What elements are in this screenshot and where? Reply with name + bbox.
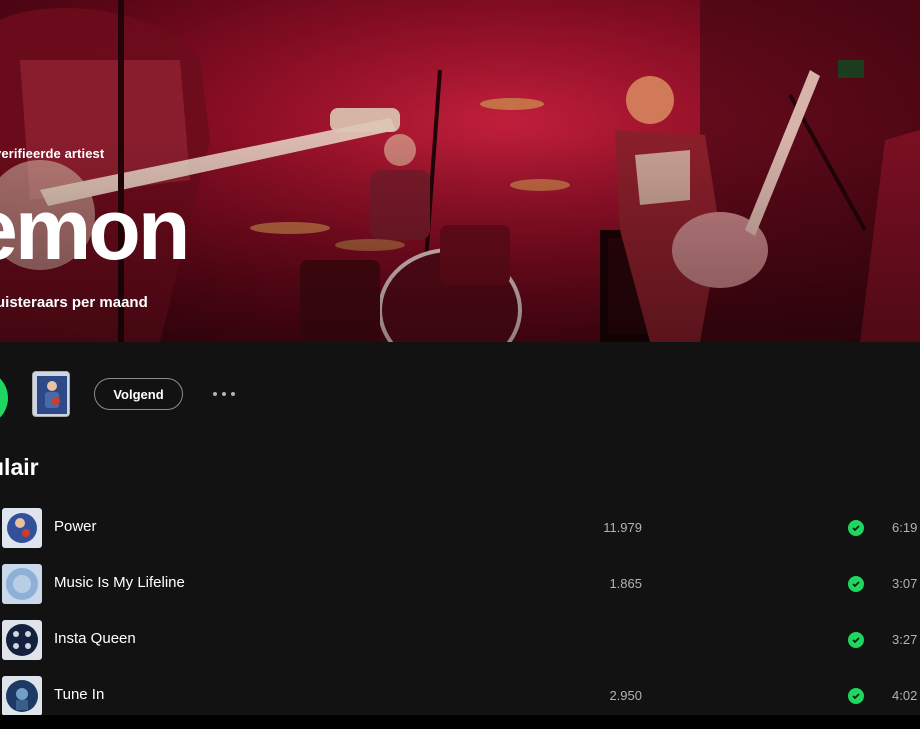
track-row[interactable]: Tune In 2.950 4:02 — [0, 668, 920, 715]
popular-section-title: ulair — [0, 454, 39, 480]
track-title[interactable]: Tune In — [54, 686, 104, 703]
track-duration: 3:07 — [892, 576, 918, 591]
track-duration: 4:02 — [892, 688, 918, 703]
track-title[interactable]: Power — [54, 518, 97, 535]
dot — [231, 392, 235, 396]
window-bottom-edge — [0, 715, 920, 729]
dot — [213, 392, 217, 396]
track-duration: 6:19 — [892, 520, 918, 535]
track-plays: 2.950 — [609, 688, 642, 703]
track-row[interactable]: Music Is My Lifeline 1.865 3:07 — [0, 556, 920, 612]
track-plays: 1.865 — [609, 576, 642, 591]
track-cover — [2, 564, 42, 604]
more-options-button[interactable] — [206, 382, 242, 406]
artist-page: verifieerde artiest emon uisteraars per … — [0, 0, 920, 715]
saved-check-icon[interactable] — [848, 520, 864, 536]
track-plays: 11.979 — [603, 520, 642, 535]
track-cover — [2, 676, 42, 715]
track-duration: 3:27 — [892, 632, 918, 647]
track-cover — [2, 620, 42, 660]
dot — [222, 392, 226, 396]
monthly-listeners: uisteraars per maand — [0, 294, 148, 311]
track-title[interactable]: Insta Queen — [54, 630, 136, 647]
track-cover — [2, 508, 42, 548]
track-row[interactable]: Insta Queen 3:27 — [0, 612, 920, 668]
track-row[interactable]: Power 11.979 6:19 — [0, 500, 920, 556]
verified-artist-label: verifieerde artiest — [0, 146, 105, 161]
play-button[interactable] — [0, 370, 8, 426]
saved-check-icon[interactable] — [848, 576, 864, 592]
saved-check-icon[interactable] — [848, 632, 864, 648]
track-title[interactable]: Music Is My Lifeline — [54, 574, 185, 591]
artist-name: emon — [0, 182, 190, 278]
follow-button[interactable]: Volgend — [94, 378, 183, 410]
artist-pick-thumbnail[interactable] — [32, 371, 70, 417]
artist-hero: verifieerde artiest emon uisteraars per … — [0, 0, 920, 342]
album-art-icon — [33, 372, 69, 416]
saved-check-icon[interactable] — [848, 688, 864, 704]
